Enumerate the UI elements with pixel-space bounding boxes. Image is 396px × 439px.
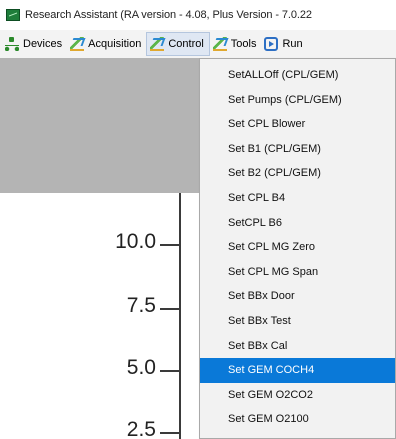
menu-run[interactable]: Run <box>261 32 307 56</box>
menu-item-set-b1[interactable]: Set B1 (CPL/GEM) <box>200 137 395 162</box>
menu-bar: Devices Acquisition Control Tools Run <box>0 30 396 58</box>
menu-item-set-cpl-blower[interactable]: Set CPL Blower <box>200 112 395 137</box>
run-icon <box>264 37 279 51</box>
menu-item-set-bbx-cal[interactable]: Set BBx Cal <box>200 334 395 359</box>
y-tick <box>160 308 180 310</box>
y-tick <box>160 244 180 246</box>
menu-item-set-cpl-b4[interactable]: Set CPL B4 <box>200 186 395 211</box>
menu-devices[interactable]: Devices <box>2 32 67 56</box>
menu-item-set-bbx-test[interactable]: Set BBx Test <box>200 309 395 334</box>
menu-item-set-cpl-b6[interactable]: SetCPL B6 <box>200 211 395 236</box>
menu-item-set-cpl-mg-span[interactable]: Set CPL MG Span <box>200 260 395 285</box>
menu-item-set-b2[interactable]: Set B2 (CPL/GEM) <box>200 161 395 186</box>
menu-item-set-bbx-door[interactable]: Set BBx Door <box>200 284 395 309</box>
control-icon <box>150 37 165 51</box>
menu-item-set-all-off[interactable]: SetALLOff (CPL/GEM) <box>200 63 395 88</box>
menu-item-set-cpl-mg-zero[interactable]: Set CPL MG Zero <box>200 235 395 260</box>
menu-tools-label: Tools <box>230 38 257 50</box>
menu-item-set-pumps[interactable]: Set Pumps (CPL/GEM) <box>200 88 395 113</box>
menu-control[interactable]: Control <box>146 32 210 56</box>
y-tick <box>160 370 180 372</box>
y-tick-label: 10.0 <box>115 230 156 253</box>
y-tick-label: 7.5 <box>126 294 156 317</box>
menu-acquisition[interactable]: Acquisition <box>67 32 146 56</box>
devices-icon <box>5 37 19 51</box>
menu-item-set-gem-coch4[interactable]: Set GEM COCH4 <box>200 358 395 383</box>
menu-item-set-gem-o2co2[interactable]: Set GEM O2CO2 <box>200 383 395 408</box>
window-title: Research Assistant (RA version - 4.08, P… <box>25 9 312 21</box>
control-dropdown-menu: SetALLOff (CPL/GEM) Set Pumps (CPL/GEM) … <box>199 58 396 439</box>
y-tick-label: 5.0 <box>126 356 156 379</box>
y-tick <box>160 432 180 434</box>
y-axis-line <box>179 193 181 439</box>
app-icon <box>6 9 20 21</box>
menu-devices-label: Devices <box>23 38 63 50</box>
menu-tools[interactable]: Tools <box>210 32 262 56</box>
menu-run-label: Run <box>282 38 303 50</box>
tools-icon <box>212 37 227 51</box>
acquisition-icon <box>70 37 85 51</box>
title-bar: Research Assistant (RA version - 4.08, P… <box>0 0 396 30</box>
y-tick-label: 2.5 <box>126 418 156 439</box>
menu-acquisition-label: Acquisition <box>88 38 142 50</box>
menu-control-label: Control <box>168 38 204 50</box>
menu-item-set-gem-o2100[interactable]: Set GEM O2100 <box>200 407 395 432</box>
